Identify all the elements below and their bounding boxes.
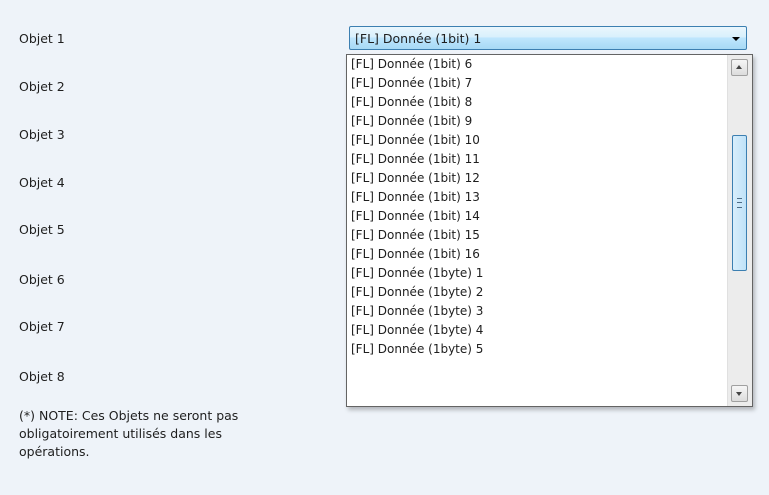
object-4-label: Objet 4 [19,175,65,190]
dropdown-option[interactable]: [FL] Donnée (1bit) 14 [347,207,723,226]
dropdown-option[interactable]: [FL] Donnée (1byte) 5 [347,340,723,359]
dropdown-option[interactable]: [FL] Donnée (1bit) 8 [347,93,723,112]
scroll-down-button[interactable] [731,385,748,402]
arrow-up-icon [736,65,742,69]
dropdown-list[interactable]: [FL] Donnée (1bit) 6 [FL] Donnée (1bit) 7… [346,54,753,407]
vertical-scrollbar[interactable] [727,55,752,406]
dropdown-option[interactable]: [FL] Donnée (1bit) 15 [347,226,723,245]
dropdown-option[interactable]: [FL] Donnée (1byte) 2 [347,283,723,302]
dropdown-option[interactable]: [FL] Donnée (1bit) 10 [347,131,723,150]
scroll-up-button[interactable] [731,59,748,76]
object-6-label: Objet 6 [19,272,65,287]
combobox-selected-value: [FL] Donnée (1bit) 1 [355,31,482,46]
dropdown-options: [FL] Donnée (1bit) 6 [FL] Donnée (1bit) 7… [347,55,723,359]
dropdown-option[interactable]: [FL] Donnée (1bit) 11 [347,150,723,169]
dropdown-option[interactable]: [FL] Donnée (1bit) 12 [347,169,723,188]
note-text: (*) NOTE: Ces Objets ne seront pas oblig… [19,407,238,443]
grip-icon [737,198,742,208]
dropdown-option[interactable]: [FL] Donnée (1bit) 13 [347,188,723,207]
dropdown-option[interactable]: [FL] Donnée (1byte) 1 [347,264,723,283]
note-line-2: obligatoirement utilisés dans les [19,426,222,441]
note-line-3: opérations. [19,444,90,459]
dropdown-option[interactable]: [FL] Donnée (1bit) 6 [347,55,723,74]
scrollbar-thumb[interactable] [732,135,747,271]
chevron-down-icon[interactable] [732,37,740,41]
dropdown-option[interactable]: [FL] Donnée (1bit) 9 [347,112,723,131]
object-1-combobox[interactable]: [FL] Donnée (1bit) 1 [349,26,747,50]
dropdown-option[interactable]: [FL] Donnée (1bit) 7 [347,74,723,93]
object-5-label: Objet 5 [19,222,65,237]
object-2-label: Objet 2 [19,79,65,94]
object-8-label: Objet 8 [19,369,65,384]
arrow-down-icon [736,392,742,396]
dropdown-option[interactable]: [FL] Donnée (1byte) 4 [347,321,723,340]
dropdown-option[interactable]: [FL] Donnée (1byte) 3 [347,302,723,321]
object-3-label: Objet 3 [19,127,65,142]
object-7-label: Objet 7 [19,319,65,334]
dropdown-option[interactable]: [FL] Donnée (1bit) 16 [347,245,723,264]
object-1-label: Objet 1 [19,31,65,46]
note-line-1: (*) NOTE: Ces Objets ne seront pas [19,408,239,423]
